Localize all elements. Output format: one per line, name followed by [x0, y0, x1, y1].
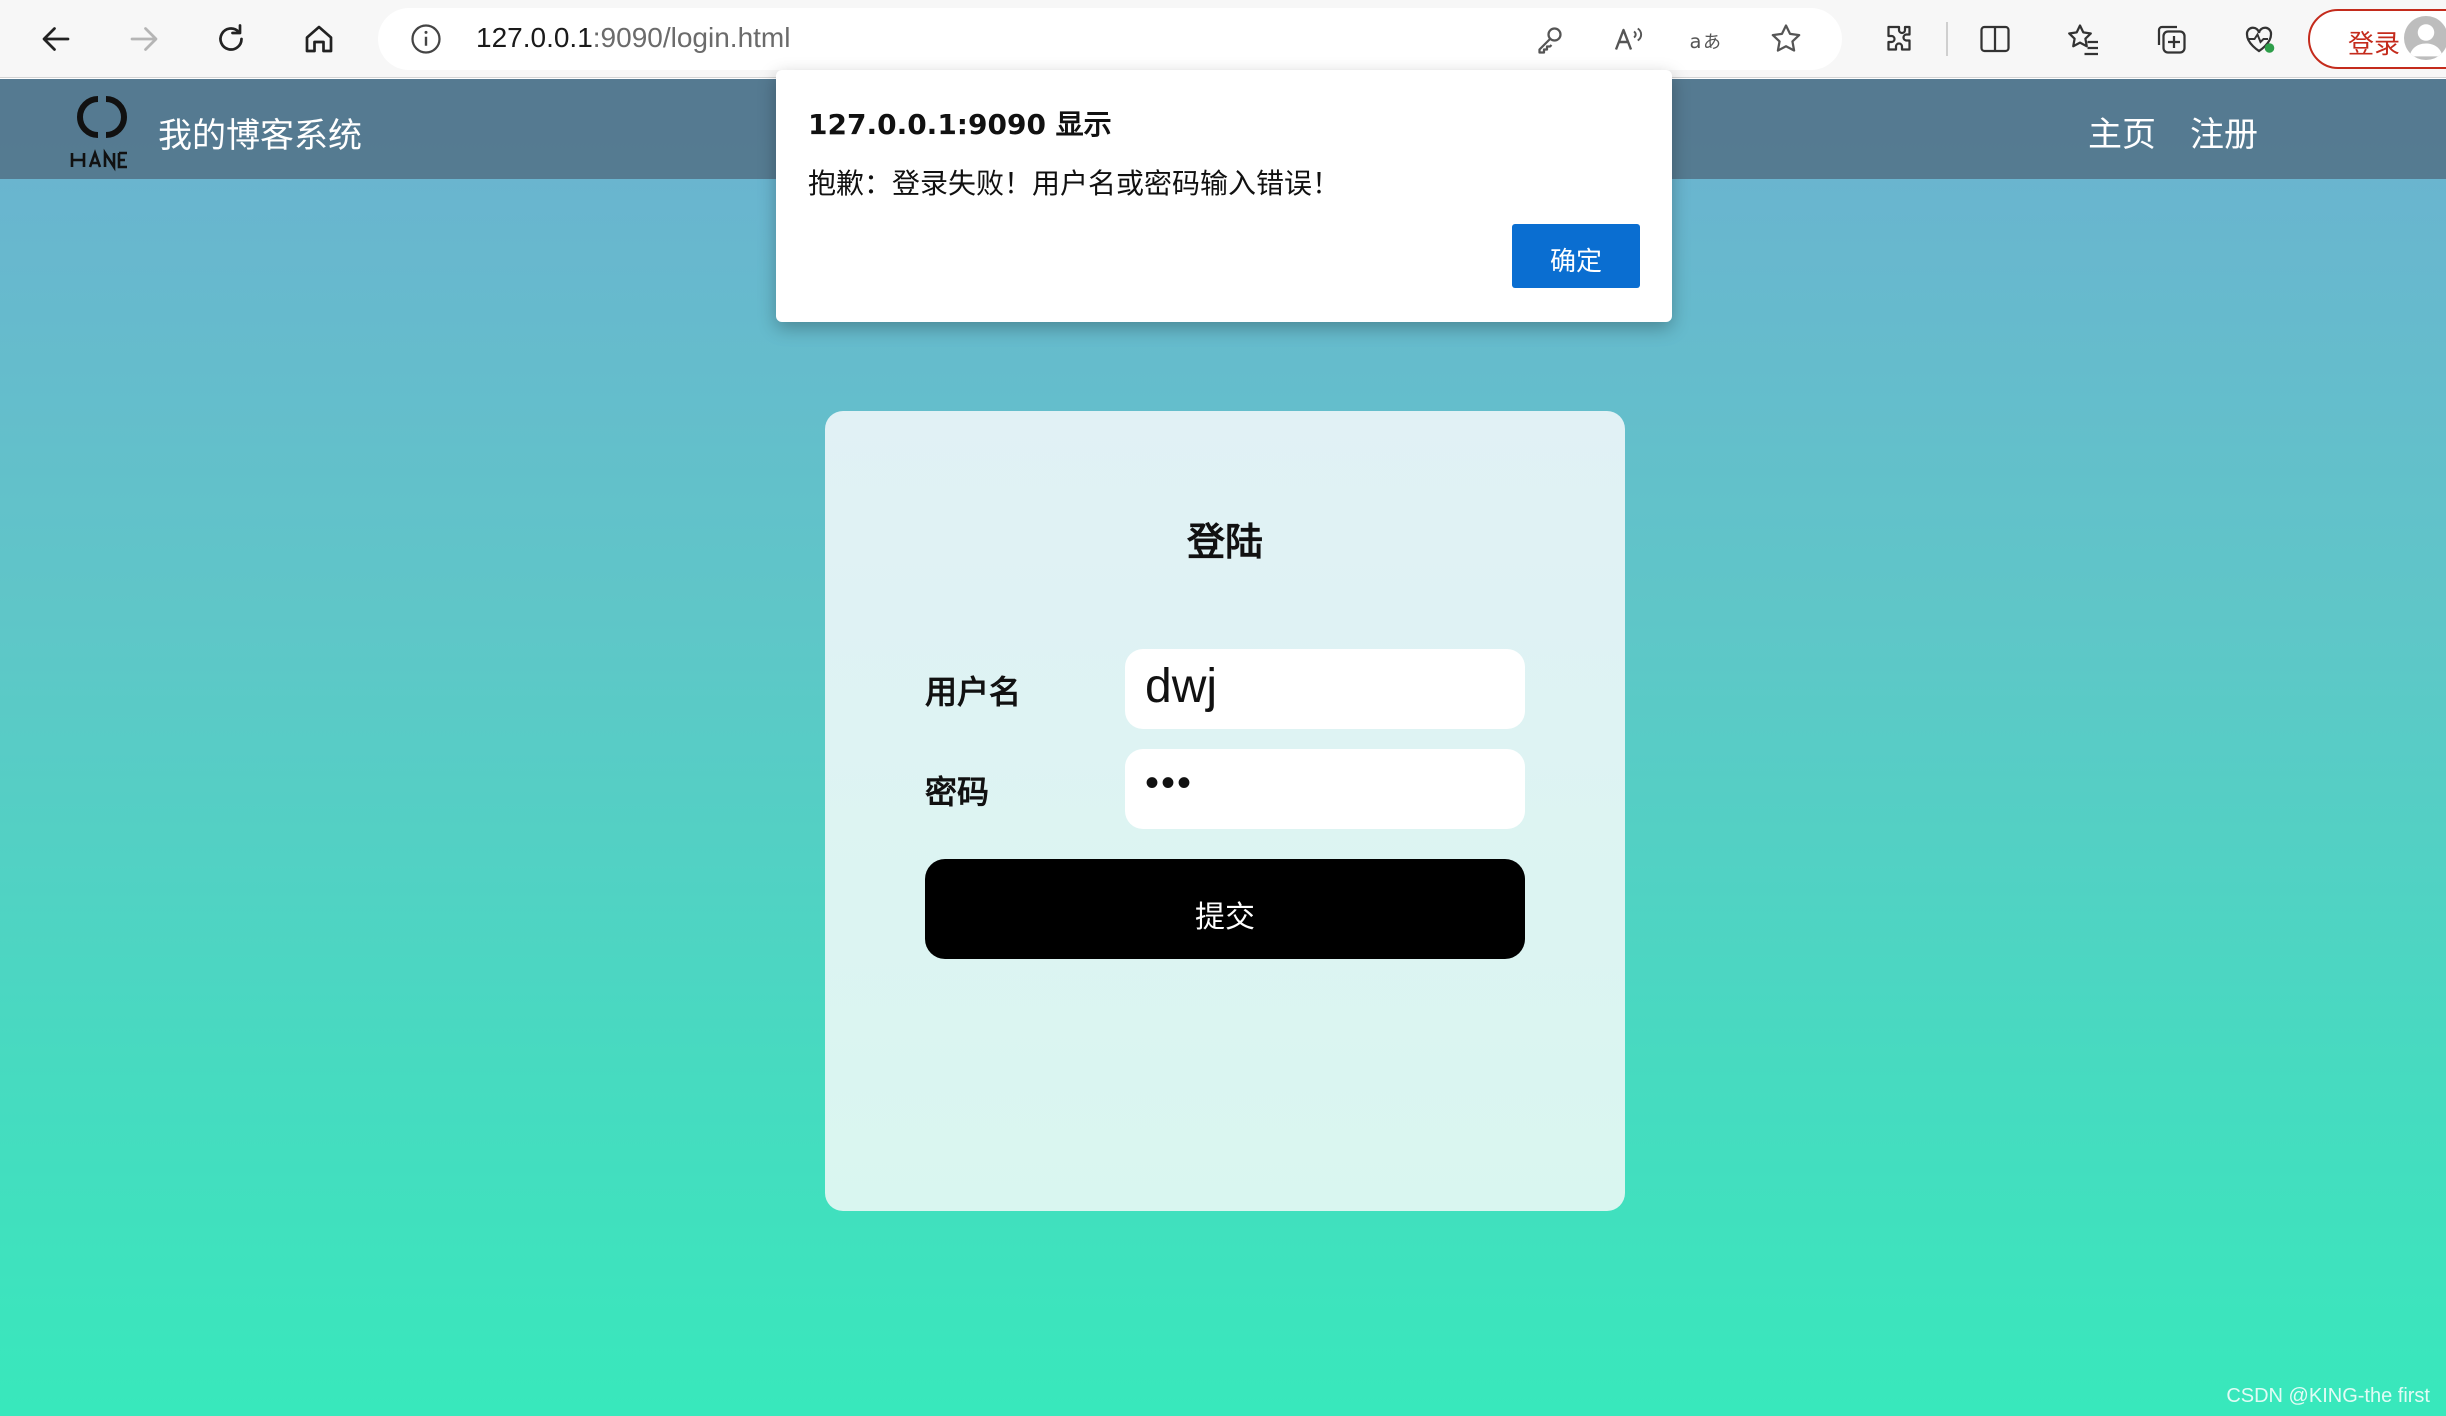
- refresh-icon: [219, 24, 243, 51]
- url-text[interactable]: 127.0.0.1:9090/login.html: [476, 22, 790, 54]
- submit-label: 提交: [1195, 901, 1255, 934]
- health-button[interactable]: [2234, 14, 2284, 64]
- site-title: 我的博客系统: [158, 116, 362, 156]
- home-icon: [305, 25, 333, 53]
- chanel-logo-icon: [70, 96, 127, 172]
- extensions-button[interactable]: [1874, 14, 1924, 64]
- alert-ok-button[interactable]: 确定: [1512, 224, 1640, 288]
- info-icon[interactable]: [408, 21, 444, 57]
- url-host: 127.0.0.1: [476, 22, 593, 53]
- back-button[interactable]: [31, 14, 81, 64]
- password-input[interactable]: •••: [1125, 749, 1525, 829]
- refresh-button[interactable]: [206, 14, 256, 64]
- collections-button[interactable]: [2146, 14, 2196, 64]
- url-path: :9090/login.html: [592, 22, 791, 53]
- split-screen-icon: [1980, 25, 2010, 53]
- alert-title: 127.0.0.1:9090 显示: [808, 108, 1112, 141]
- forward-button[interactable]: [119, 14, 169, 64]
- password-label: 密码: [925, 773, 990, 811]
- favorites-icon: [2068, 24, 2098, 56]
- favorites-button[interactable]: [2058, 14, 2108, 64]
- password-value: •••: [1145, 761, 1194, 805]
- alert-message: 抱歉：登录失败！用户名或密码输入错误！: [808, 167, 1341, 200]
- alert-ok-label: 确定: [1549, 246, 1602, 276]
- forward-icon: [130, 27, 158, 51]
- extensions-icon: [1887, 25, 1911, 51]
- translate-icon[interactable]: aあ: [1688, 21, 1724, 57]
- login-title: 登陆: [1186, 520, 1263, 564]
- home-button[interactable]: [294, 14, 344, 64]
- svg-text:あ: あ: [1703, 32, 1721, 53]
- alert-dialog: 127.0.0.1:9090 显示 抱歉：登录失败！用户名或密码输入错误！ 确定: [776, 70, 1672, 322]
- user-avatar-icon: [2409, 24, 2443, 57]
- health-icon: [2245, 26, 2275, 53]
- username-value: dwj: [1145, 660, 1218, 713]
- favorite-star-icon[interactable]: [1768, 21, 1804, 57]
- profile-login-label: 登录: [2348, 30, 2401, 60]
- avatar[interactable]: [2404, 16, 2446, 60]
- nav-home-link[interactable]: 主页: [2088, 107, 2156, 156]
- browser-toolbar: 127.0.0.1:9090/login.html aあ 登录: [0, 0, 2446, 78]
- login-card: 登陆 用户名 dwj 密码 ••• 提交: [825, 411, 1625, 1211]
- address-bar[interactable]: 127.0.0.1:9090/login.html aあ: [378, 8, 1842, 70]
- username-input[interactable]: dwj: [1125, 649, 1525, 729]
- username-label: 用户名: [925, 673, 1022, 711]
- collections-icon: [2157, 25, 2186, 54]
- nav-register-link[interactable]: 注册: [2190, 107, 2258, 156]
- split-screen-button[interactable]: [1970, 14, 2020, 64]
- submit-button[interactable]: 提交: [925, 859, 1525, 959]
- toolbar-separator: [1946, 22, 1948, 56]
- read-aloud-icon[interactable]: [1610, 21, 1646, 57]
- watermark: CSDN @KING-the first: [2226, 1385, 2430, 1407]
- back-icon: [42, 27, 70, 51]
- svg-text:a: a: [1690, 30, 1702, 53]
- key-icon[interactable]: [1532, 21, 1568, 57]
